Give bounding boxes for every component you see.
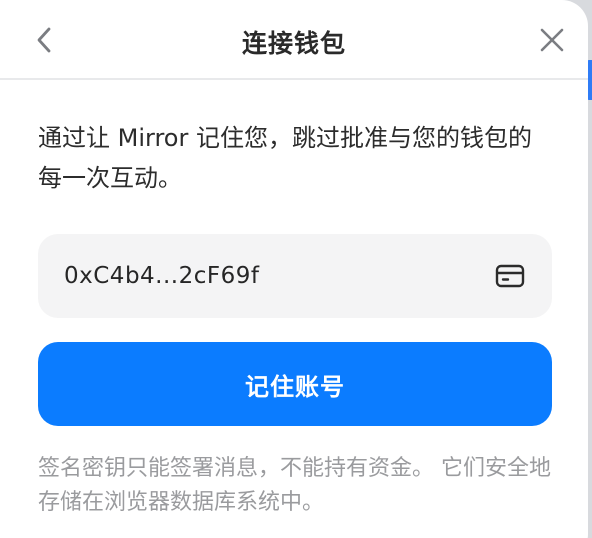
dialog-header: 连接钱包 <box>0 0 588 80</box>
security-footnote: 签名密钥只能签署消息，不能持有资金。 它们安全地存储在浏览器数据库系统中。 <box>38 456 551 515</box>
remember-account-button[interactable]: 记住账号 <box>38 342 552 426</box>
wallet-card-icon <box>494 263 526 289</box>
dialog-title: 连接钱包 <box>241 29 346 58</box>
wallet-address: 0xC4b4...2cF69f <box>64 263 260 289</box>
close-button[interactable] <box>534 22 570 58</box>
app-viewport: 连接钱包 通过让 Mirror 记住您，跳过批准与您的钱包的每一次互动。 0xC… <box>0 0 592 538</box>
close-icon <box>540 28 564 52</box>
connect-wallet-dialog: 连接钱包 通过让 Mirror 记住您，跳过批准与您的钱包的每一次互动。 0xC… <box>0 0 588 538</box>
description-text: 通过让 Mirror 记住您，跳过批准与您的钱包的每一次互动。 <box>38 124 532 192</box>
dialog-body: 通过让 Mirror 记住您，跳过批准与您的钱包的每一次互动。 0xC4b4..… <box>0 80 588 520</box>
wallet-address-box: 0xC4b4...2cF69f <box>38 234 552 318</box>
